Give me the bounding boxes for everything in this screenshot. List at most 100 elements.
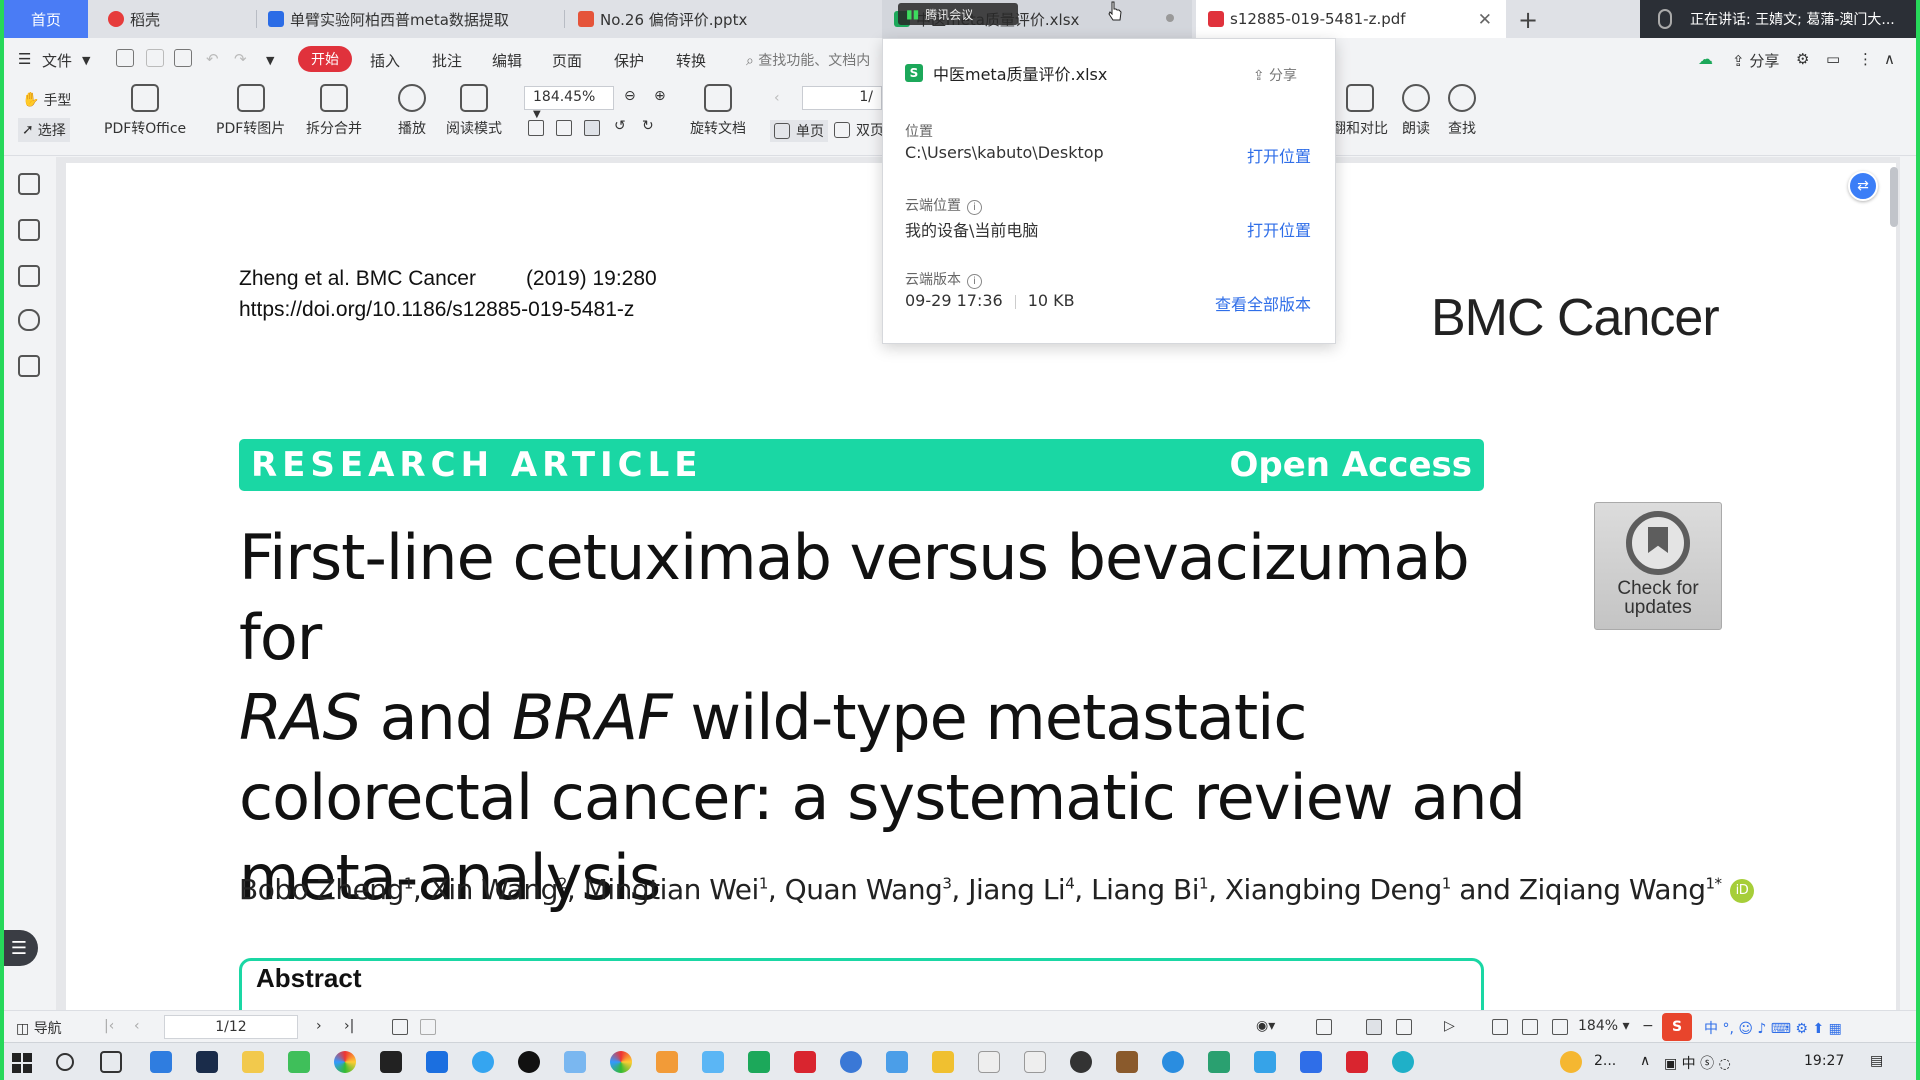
clock[interactable]: 19:27	[1804, 1053, 1844, 1069]
cloud-sync-icon[interactable]: ☁	[1698, 50, 1713, 68]
zoom-out-icon[interactable]: ⊖	[624, 88, 636, 104]
next-page-icon[interactable]: ›	[316, 1018, 322, 1034]
eye-protect-icon[interactable]: ◉▾	[1256, 1018, 1275, 1034]
print-icon[interactable]	[174, 49, 192, 67]
windows-start-icon[interactable]	[12, 1053, 32, 1073]
app-icon[interactable]	[656, 1051, 678, 1073]
task-view-icon[interactable]	[100, 1051, 122, 1073]
menu-convert[interactable]: 转换	[676, 50, 706, 71]
open-location-link[interactable]: 打开位置	[1247, 143, 1311, 167]
fit-icon[interactable]	[1316, 1019, 1332, 1035]
back-icon[interactable]	[392, 1019, 408, 1035]
menu-insert[interactable]: 插入	[370, 50, 400, 71]
search-icon[interactable]	[56, 1053, 74, 1071]
edge-icon[interactable]	[472, 1051, 494, 1073]
play-icon[interactable]: ▷	[1444, 1018, 1455, 1034]
compare-button[interactable]: 翻和对比	[1332, 84, 1388, 138]
tencent-meeting-float[interactable]: ▮▮ 腾讯会议	[898, 3, 1018, 25]
browser-icon[interactable]	[334, 1051, 356, 1073]
redo-icon[interactable]: ↷	[234, 50, 247, 68]
read-aloud-button[interactable]: 朗读	[1402, 84, 1430, 138]
game-icon[interactable]	[1116, 1051, 1138, 1073]
new-tab-button[interactable]: +	[1518, 6, 1538, 34]
wps-icon[interactable]	[794, 1051, 816, 1073]
search-function-input[interactable]: ⌕ 查找功能、文档内	[746, 50, 870, 70]
tab-home[interactable]: 首页	[4, 0, 88, 38]
single-page-view-icon[interactable]	[1366, 1019, 1382, 1035]
settings-icon[interactable]: ⚙	[1796, 50, 1809, 68]
wechat-icon[interactable]	[288, 1051, 310, 1073]
forward-icon[interactable]	[420, 1019, 436, 1035]
app-icon[interactable]	[1208, 1051, 1230, 1073]
floating-tool-button[interactable]: ⇄	[1848, 171, 1878, 201]
more-chevron-icon[interactable]: ▼	[266, 54, 274, 67]
app-icon[interactable]	[564, 1051, 586, 1073]
app-icon[interactable]	[1162, 1051, 1184, 1073]
toc-toggle-button[interactable]: ☰	[0, 930, 38, 966]
rotate-left-icon[interactable]: ↺	[614, 118, 626, 134]
tab-docer[interactable]: 稻壳	[96, 0, 256, 38]
menu-page[interactable]: 页面	[552, 50, 582, 71]
prev-page-icon[interactable]: ‹	[134, 1018, 140, 1034]
file-icon[interactable]	[978, 1051, 1000, 1073]
menu-annotate[interactable]: 批注	[432, 50, 462, 71]
notification-icon[interactable]: ▤	[1870, 1053, 1883, 1069]
wps-office-icon[interactable]	[1346, 1051, 1368, 1073]
tencent-meeting-icon[interactable]	[426, 1051, 448, 1073]
app-icon[interactable]	[932, 1051, 954, 1073]
app-icon[interactable]	[1254, 1051, 1276, 1073]
info-icon[interactable]: i	[967, 274, 982, 289]
last-page-icon[interactable]: ›|	[344, 1018, 354, 1034]
app-icon[interactable]	[1070, 1051, 1092, 1073]
single-page-button[interactable]: 单页	[770, 120, 828, 142]
undo-icon[interactable]: ↶	[206, 50, 219, 68]
comment-icon[interactable]	[18, 265, 40, 287]
edge-icon[interactable]	[1392, 1051, 1414, 1073]
attachment-icon[interactable]	[18, 309, 40, 331]
actual-size-icon[interactable]	[1492, 1019, 1508, 1035]
qq-icon[interactable]	[518, 1051, 540, 1073]
rotate-right-icon[interactable]: ↻	[642, 118, 654, 134]
close-tab-icon[interactable]: ✕	[1478, 10, 1492, 30]
app-icon[interactable]	[886, 1051, 908, 1073]
comment-icon[interactable]: ▭	[1826, 50, 1840, 68]
page-input[interactable]: 1/	[802, 86, 882, 110]
tray-chevron-icon[interactable]: ∧	[1640, 1053, 1650, 1069]
pdf-to-image-button[interactable]: PDF转图片	[216, 84, 285, 138]
share-button[interactable]: ⇪ 分享	[1732, 50, 1779, 71]
fit-width-icon[interactable]	[1552, 1019, 1568, 1035]
open-cloud-location-link[interactable]: 打开位置	[1247, 217, 1311, 241]
prev-page-icon[interactable]: ‹	[774, 90, 780, 106]
excel-icon[interactable]	[748, 1051, 770, 1073]
thumbnail-icon[interactable]	[18, 219, 40, 241]
fit-page-icon[interactable]	[1522, 1019, 1538, 1035]
weather-icon[interactable]	[1560, 1051, 1582, 1073]
fit-page-icon[interactable]	[556, 120, 572, 136]
split-merge-button[interactable]: 拆分合并	[306, 84, 362, 138]
nav-toggle[interactable]: ◫ 导航	[16, 1018, 62, 1038]
check-for-updates-badge[interactable]: Check for updates	[1594, 502, 1722, 630]
popup-share-button[interactable]: ⇪ 分享	[1253, 65, 1297, 85]
actual-size-icon[interactable]	[528, 120, 544, 136]
rotate-doc-button[interactable]: 旋转文档	[690, 84, 746, 138]
select-tool-button[interactable]: ➚ 选择	[18, 118, 70, 142]
read-mode-button[interactable]: 阅读模式	[446, 84, 502, 138]
mail-icon[interactable]	[150, 1051, 172, 1073]
open-icon[interactable]	[116, 49, 134, 67]
app-icon[interactable]	[840, 1051, 862, 1073]
find-button[interactable]: 查找	[1448, 84, 1476, 138]
save-icon[interactable]	[146, 49, 164, 67]
chevron-down-icon[interactable]: ▼	[82, 54, 90, 67]
app-icon[interactable]	[702, 1051, 724, 1073]
file-icon[interactable]	[1024, 1051, 1046, 1073]
zoom-in-icon[interactable]: ⊕	[654, 88, 666, 104]
app-icon[interactable]	[1300, 1051, 1322, 1073]
vertical-scrollbar[interactable]	[1890, 167, 1898, 227]
info-icon[interactable]: i	[967, 200, 982, 215]
signature-icon[interactable]	[18, 355, 40, 377]
tab-pdf[interactable]: s12885-019-5481-z.pdf ✕	[1196, 0, 1506, 38]
start-tab[interactable]: 开始	[298, 46, 352, 72]
tab-word-doc[interactable]: 单臂实验阿柏西普meta数据提取	[256, 0, 561, 38]
tray-icons[interactable]: ▣ 中 ⓢ ◌	[1664, 1053, 1731, 1073]
menu-edit[interactable]: 编辑	[492, 50, 522, 71]
